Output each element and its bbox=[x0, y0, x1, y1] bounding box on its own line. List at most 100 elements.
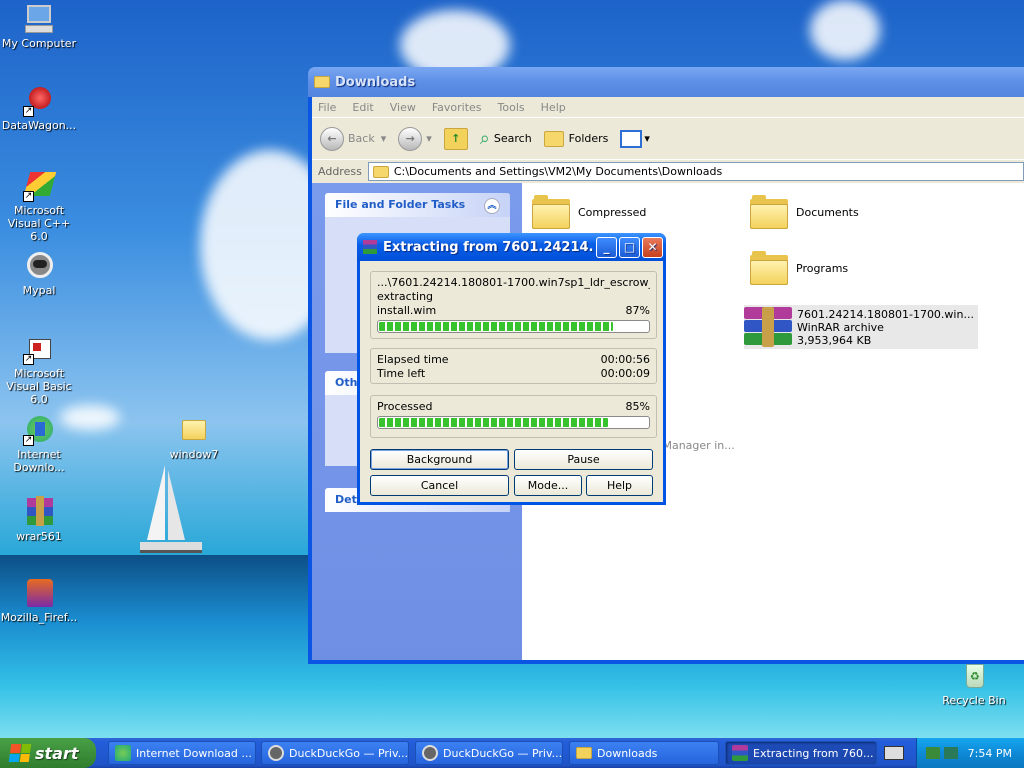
explorer-title: Downloads bbox=[335, 74, 416, 90]
taskbar-item-duckduckgo-1[interactable]: DuckDuckGo — Priv... bbox=[261, 741, 409, 765]
desktop-icon-wrar561[interactable]: wrar561 bbox=[0, 496, 79, 543]
visual-cpp-icon: ↗ bbox=[23, 170, 57, 202]
current-file: install.wim bbox=[377, 304, 437, 317]
up-folder-icon: ↑ bbox=[443, 127, 468, 150]
desktop-icon-internet-download-manager[interactable]: ↗ Internet Downlo... bbox=[0, 414, 79, 474]
file-progress-bar bbox=[377, 320, 650, 333]
winrar-extract-dialog: Extracting from 7601.24214.1... _ □ ✕ ..… bbox=[357, 233, 666, 505]
background-button[interactable]: Background bbox=[370, 449, 509, 470]
desktop-icon-recycle-bin[interactable]: ♻ Recycle Bin bbox=[934, 660, 1014, 707]
menu-tools[interactable]: Tools bbox=[498, 101, 525, 114]
datawagon-icon: ↗ bbox=[23, 85, 55, 117]
search-button[interactable]: ⌕ Search bbox=[480, 128, 532, 149]
folders-icon bbox=[543, 130, 564, 147]
file-percent: 87% bbox=[625, 304, 650, 317]
minimize-button[interactable]: _ bbox=[596, 236, 617, 258]
winrar-icon bbox=[23, 496, 55, 528]
network-icon[interactable] bbox=[925, 747, 940, 759]
idm-icon bbox=[115, 745, 131, 761]
start-button[interactable]: start bbox=[0, 738, 96, 768]
desktop-icon-mypal[interactable]: Mypal bbox=[0, 250, 79, 297]
maximize-button[interactable]: □ bbox=[619, 236, 640, 258]
taskbar-item-downloads[interactable]: Downloads bbox=[569, 741, 719, 765]
toolbar: ← Back ▾ → ▾ ↑ ⌕ Search Folders ▾ bbox=[312, 117, 1024, 159]
menu-view[interactable]: View bbox=[390, 101, 416, 114]
explorer-title-bar[interactable]: Downloads bbox=[308, 67, 1024, 97]
taskbar-item-duckduckgo-2[interactable]: DuckDuckGo — Priv... bbox=[415, 741, 563, 765]
views-icon bbox=[620, 129, 643, 148]
file-progress-fill bbox=[379, 322, 614, 331]
desktop-icon-visual-basic[interactable]: ↗ Microsoft Visual Basic 6.0 bbox=[0, 333, 79, 406]
folders-button[interactable]: Folders bbox=[543, 130, 608, 147]
collapse-icon: ︽ bbox=[484, 198, 500, 214]
up-folder-button[interactable]: ↑ bbox=[443, 127, 468, 150]
folder-icon bbox=[372, 165, 389, 178]
windows-logo-icon bbox=[8, 744, 32, 762]
time-left: 00:00:09 bbox=[600, 367, 650, 380]
mypal-icon bbox=[422, 745, 438, 761]
folder-icon bbox=[178, 414, 210, 446]
processed-progress-bar bbox=[377, 416, 650, 429]
internet-download-manager-icon: ↗ bbox=[23, 414, 55, 446]
clock[interactable]: 7:54 PM bbox=[968, 747, 1012, 760]
chevron-down-icon: ▾ bbox=[380, 132, 387, 145]
forward-arrow-icon: → bbox=[398, 126, 423, 151]
folder-icon bbox=[314, 76, 330, 88]
mypal-icon bbox=[268, 745, 284, 761]
folder-icon bbox=[750, 251, 788, 285]
pause-button[interactable]: Pause bbox=[514, 449, 653, 470]
cancel-button[interactable]: Cancel bbox=[370, 475, 509, 496]
chevron-down-icon: ▾ bbox=[426, 132, 432, 145]
folder-icon bbox=[750, 195, 788, 229]
archive-path: ...\7601.24214.180801-1700.win7sp1_ldr_e… bbox=[377, 276, 650, 289]
menu-bar: File Edit View Favorites Tools Help bbox=[312, 97, 1024, 117]
folder-icon bbox=[576, 747, 592, 759]
visual-basic-icon: ↗ bbox=[23, 333, 55, 365]
status-text: extracting bbox=[377, 290, 434, 303]
help-button[interactable]: Help bbox=[586, 475, 653, 496]
desktop-icon-visual-cpp[interactable]: ↗ Microsoft Visual C++ 6.0 bbox=[0, 170, 79, 243]
keyboard-icon[interactable] bbox=[884, 746, 904, 760]
time-group: Elapsed time 00:00:56 Time left 00:00:09 bbox=[370, 348, 657, 384]
folder-documents[interactable]: Documents bbox=[750, 195, 859, 229]
menu-favorites[interactable]: Favorites bbox=[432, 101, 482, 114]
processed-percent: 85% bbox=[625, 400, 650, 413]
menu-help[interactable]: Help bbox=[541, 101, 566, 114]
winrar-icon bbox=[732, 745, 748, 761]
back-arrow-icon: ← bbox=[320, 126, 344, 151]
mode-button[interactable]: Mode... bbox=[514, 475, 582, 496]
system-tray: 7:54 PM bbox=[916, 738, 1024, 768]
winrar-icon bbox=[363, 240, 377, 254]
menu-file[interactable]: File bbox=[318, 101, 336, 114]
file-progress-group: ...\7601.24214.180801-1700.win7sp1_ldr_e… bbox=[370, 271, 657, 339]
winrar-archive-file[interactable]: 7601.24214.180801-1700.win... WinRAR arc… bbox=[744, 305, 978, 349]
folder-icon bbox=[532, 195, 570, 229]
folder-programs[interactable]: Programs bbox=[750, 251, 848, 285]
address-field[interactable]: C:\Documents and Settings\VM2\My Documen… bbox=[367, 162, 1024, 181]
elapsed-time: 00:00:56 bbox=[600, 353, 650, 366]
mypal-icon bbox=[23, 250, 55, 282]
menu-edit[interactable]: Edit bbox=[352, 101, 373, 114]
network-icon[interactable] bbox=[943, 747, 958, 759]
desktop-icon-my-computer[interactable]: My Computer bbox=[0, 3, 79, 50]
search-icon: ⌕ bbox=[479, 128, 490, 149]
processed-progress-fill bbox=[379, 418, 608, 427]
forward-button[interactable]: → ▾ bbox=[398, 126, 432, 151]
chevron-down-icon: ▾ bbox=[644, 132, 650, 145]
close-button[interactable]: ✕ bbox=[642, 236, 663, 258]
firefox-installer-icon bbox=[23, 577, 55, 609]
sailboat-image bbox=[140, 465, 202, 553]
desktop-icon-datawagon[interactable]: ↗ DataWagon... bbox=[0, 85, 79, 132]
recycle-bin-icon: ♻ bbox=[958, 660, 990, 692]
taskbar-item-idm[interactable]: Internet Download ... bbox=[108, 741, 256, 765]
address-bar: Address C:\Documents and Settings\VM2\My… bbox=[312, 159, 1024, 183]
taskbar-item-extracting[interactable]: Extracting from 760... bbox=[725, 741, 877, 765]
cloud bbox=[810, 0, 880, 60]
desktop-icon-firefox-installer[interactable]: Mozilla_Firef... bbox=[0, 577, 79, 624]
views-button[interactable]: ▾ bbox=[620, 129, 650, 148]
desktop-icon-window7[interactable]: window7 bbox=[154, 414, 234, 461]
folder-compressed[interactable]: Compressed bbox=[532, 195, 646, 229]
file-folder-tasks-header[interactable]: File and Folder Tasks ︽ bbox=[325, 193, 510, 217]
dialog-title-bar[interactable]: Extracting from 7601.24214.1... _ □ ✕ bbox=[357, 233, 666, 261]
back-button[interactable]: ← Back ▾ bbox=[320, 126, 387, 151]
